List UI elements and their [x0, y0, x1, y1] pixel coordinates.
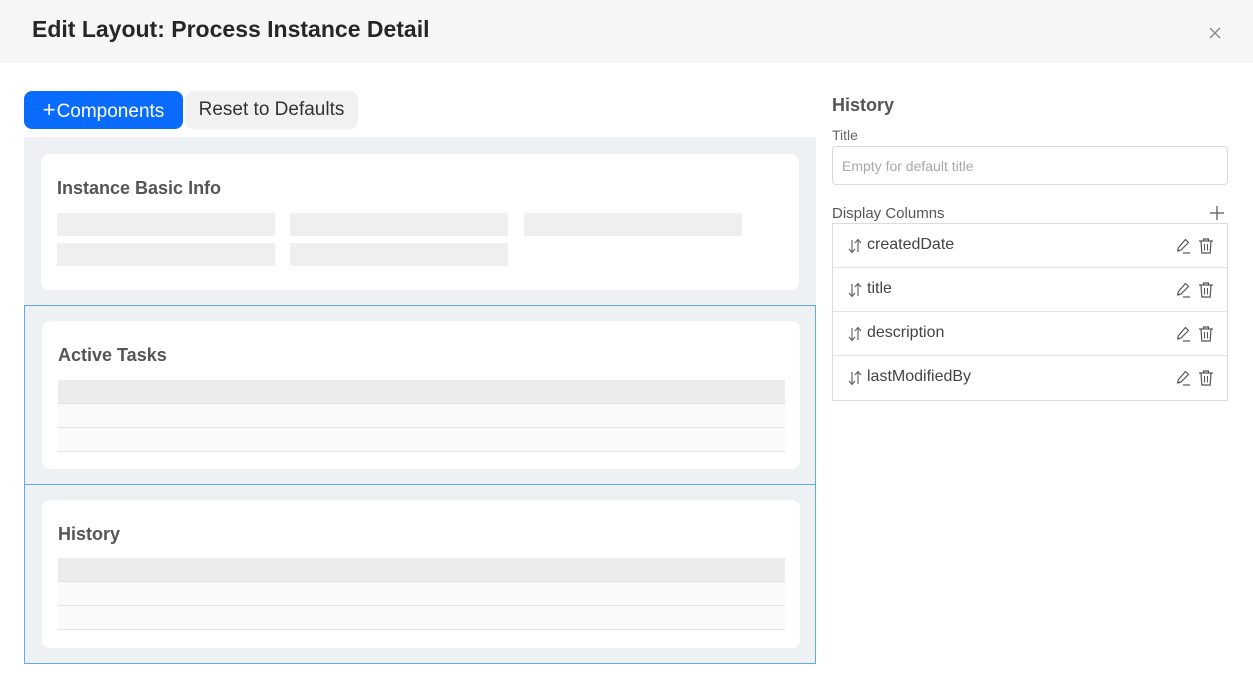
- delete-icon[interactable]: [1198, 237, 1214, 255]
- display-columns-label: Display Columns: [832, 205, 945, 222]
- field-placeholder: [57, 213, 275, 236]
- table-row-placeholder: [58, 582, 785, 606]
- field-placeholder: [290, 243, 508, 266]
- drag-handle-icon[interactable]: [847, 281, 863, 299]
- plus-icon: +: [42, 97, 56, 122]
- card-active-tasks[interactable]: Active Tasks: [42, 321, 800, 469]
- display-columns-list: createdDate title description lastModifi…: [832, 223, 1228, 401]
- edit-icon[interactable]: [1174, 325, 1192, 343]
- delete-icon[interactable]: [1198, 281, 1214, 299]
- table-header-placeholder: [58, 558, 785, 582]
- column-item-title[interactable]: title: [833, 268, 1227, 312]
- card-title: Instance Basic Info: [57, 178, 222, 198]
- add-column-button[interactable]: [1207, 203, 1227, 223]
- table-row-placeholder: [58, 428, 785, 452]
- add-components-label: Components: [56, 101, 165, 122]
- column-item-description[interactable]: description: [833, 312, 1227, 356]
- reset-defaults-button[interactable]: Reset to Defaults: [185, 91, 358, 129]
- close-icon: [1209, 27, 1221, 39]
- edit-icon[interactable]: [1174, 281, 1192, 299]
- plus-icon: [1210, 206, 1224, 220]
- table-row-placeholder: [58, 606, 785, 630]
- delete-icon[interactable]: [1198, 369, 1214, 387]
- column-name: title: [867, 280, 892, 297]
- card-title: Active Tasks: [58, 345, 167, 365]
- region-basic-info[interactable]: Instance Basic Info: [24, 137, 816, 305]
- table-header-placeholder: [58, 380, 785, 404]
- column-item-createdDate[interactable]: createdDate: [833, 224, 1227, 268]
- title-input[interactable]: [832, 146, 1228, 185]
- card-history[interactable]: History: [42, 500, 800, 648]
- properties-section-title: History: [832, 95, 895, 115]
- card-instance-basic-info[interactable]: Instance Basic Info: [41, 154, 799, 290]
- edit-icon[interactable]: [1174, 237, 1192, 255]
- drag-handle-icon[interactable]: [847, 369, 863, 387]
- add-components-button[interactable]: +Components: [24, 91, 183, 129]
- column-name: lastModifiedBy: [867, 368, 972, 385]
- layout-canvas: Instance Basic Info Active Tasks History: [24, 137, 816, 664]
- close-button[interactable]: [1204, 22, 1226, 44]
- delete-icon[interactable]: [1198, 325, 1214, 343]
- dialog-title: Edit Layout: Process Instance Detail: [32, 16, 430, 42]
- title-field-label: Title: [832, 127, 858, 143]
- column-item-lastModifiedBy[interactable]: lastModifiedBy: [833, 356, 1227, 400]
- drag-handle-icon[interactable]: [847, 325, 863, 343]
- field-placeholder: [290, 213, 508, 236]
- field-placeholder: [57, 243, 275, 266]
- region-active-tasks[interactable]: Active Tasks: [24, 305, 816, 485]
- card-title: History: [58, 524, 121, 544]
- column-name: description: [867, 324, 945, 341]
- column-name: createdDate: [867, 236, 955, 253]
- region-history[interactable]: History: [24, 484, 816, 664]
- drag-handle-icon[interactable]: [847, 237, 863, 255]
- dialog-header: Edit Layout: Process Instance Detail: [0, 0, 1253, 63]
- edit-icon[interactable]: [1174, 369, 1192, 387]
- field-placeholder: [524, 213, 742, 236]
- table-row-placeholder: [58, 404, 785, 428]
